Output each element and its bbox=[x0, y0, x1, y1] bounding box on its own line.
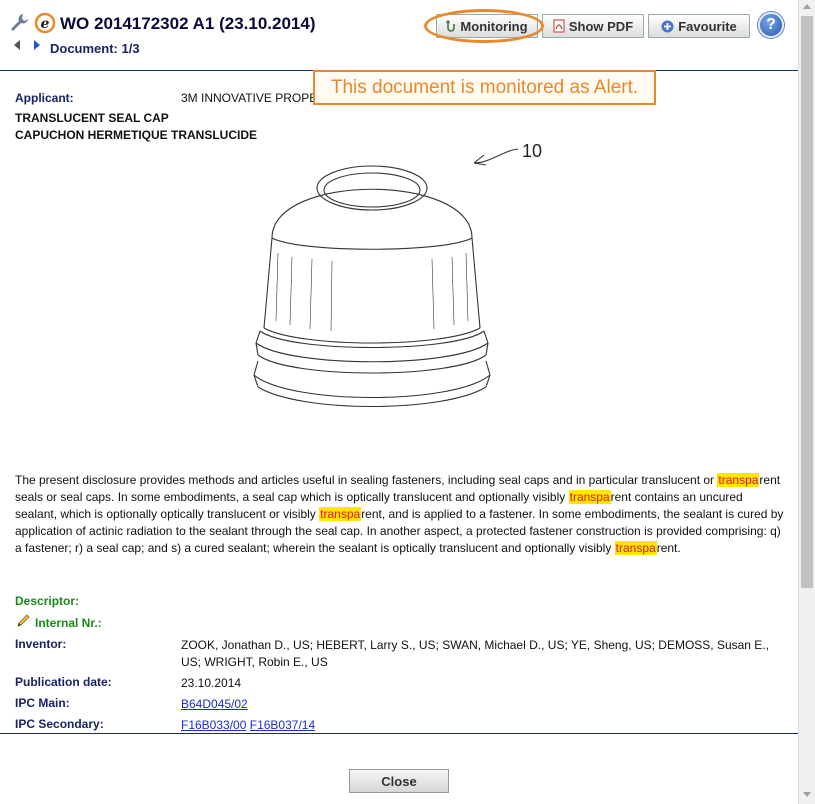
internal-number-label: Internal Nr.: bbox=[35, 616, 102, 630]
show-pdf-button[interactable]: Show PDF bbox=[542, 14, 644, 38]
ipc-secondary-link[interactable]: F16B033/00 bbox=[181, 718, 246, 732]
abstract-text: The present disclosure provides methods … bbox=[15, 472, 785, 557]
document-details: Applicant: 3M INNOVATIVE PROPERTIES COMP… bbox=[0, 71, 798, 733]
document-counter: Document: 1/3 bbox=[50, 41, 140, 56]
monitoring-button[interactable]: Monitoring bbox=[436, 14, 538, 38]
pdf-icon bbox=[553, 19, 565, 33]
title-english: TRANSLUCENT SEAL CAP bbox=[15, 111, 169, 125]
show-pdf-label: Show PDF bbox=[568, 18, 634, 34]
publication-date-value: 23.10.2014 bbox=[181, 676, 242, 690]
search-term-highlight: transpa bbox=[319, 507, 362, 521]
inventor-label: Inventor: bbox=[15, 637, 67, 651]
ipc-secondary-label: IPC Secondary: bbox=[15, 717, 104, 731]
monitoring-icon bbox=[446, 20, 456, 32]
search-term-highlight: transpa bbox=[568, 490, 611, 504]
wrench-icon[interactable] bbox=[9, 12, 29, 32]
inventor-value: ZOOK, Jonathan D., US; HEBERT, Larry S.,… bbox=[181, 638, 769, 669]
search-term-highlight: transpa bbox=[614, 541, 657, 555]
document-header: e WO 2014172302 A1 (23.10.2014) Document… bbox=[0, 0, 798, 70]
patent-drawing: 10 bbox=[253, 143, 542, 408]
favourite-button[interactable]: Favourite bbox=[648, 14, 750, 38]
title-french: CAPUCHON HERMETIQUE TRANSLUCIDE bbox=[15, 128, 258, 142]
monitoring-label: Monitoring bbox=[460, 18, 528, 34]
descriptor-label: Descriptor: bbox=[15, 594, 80, 608]
vertical-scrollbar[interactable] bbox=[798, 0, 815, 804]
scroll-up-arrow-icon[interactable] bbox=[803, 4, 811, 9]
monitoring-alert-tooltip: This document is monitored as Alert. bbox=[313, 70, 656, 105]
e-logo-icon: e bbox=[34, 12, 56, 34]
ipc-secondary-link[interactable]: F16B037/14 bbox=[250, 718, 315, 732]
drawing-reference-number: 10 bbox=[522, 143, 542, 161]
ipc-main-value: B64D045/02 bbox=[181, 696, 781, 713]
applicant-label: Applicant: bbox=[15, 91, 74, 105]
scrollbar-thumb[interactable] bbox=[801, 16, 813, 588]
close-button[interactable]: Close bbox=[349, 769, 449, 793]
pencil-icon[interactable] bbox=[16, 613, 31, 628]
ipc-main-link[interactable]: B64D045/02 bbox=[181, 697, 248, 711]
abstract-part: rent. bbox=[656, 541, 681, 555]
scroll-down-arrow-icon[interactable] bbox=[803, 792, 811, 797]
footer-divider bbox=[0, 733, 798, 734]
ipc-secondary-value: F16B033/00 F16B037/14 bbox=[181, 717, 781, 734]
document-title: WO 2014172302 A1 (23.10.2014) bbox=[60, 14, 316, 33]
help-icon[interactable]: ? bbox=[758, 12, 784, 38]
publication-date-label: Publication date: bbox=[15, 675, 112, 689]
add-favourite-icon bbox=[661, 20, 674, 32]
abstract-part: The present disclosure provides methods … bbox=[15, 473, 718, 487]
ipc-main-label: IPC Main: bbox=[15, 696, 70, 710]
search-term-highlight: transpa bbox=[717, 473, 760, 487]
previous-document-arrow-icon[interactable] bbox=[14, 40, 20, 50]
favourite-label: Favourite bbox=[678, 18, 737, 34]
next-document-arrow-icon[interactable] bbox=[34, 40, 40, 50]
svg-text:e: e bbox=[41, 16, 50, 32]
